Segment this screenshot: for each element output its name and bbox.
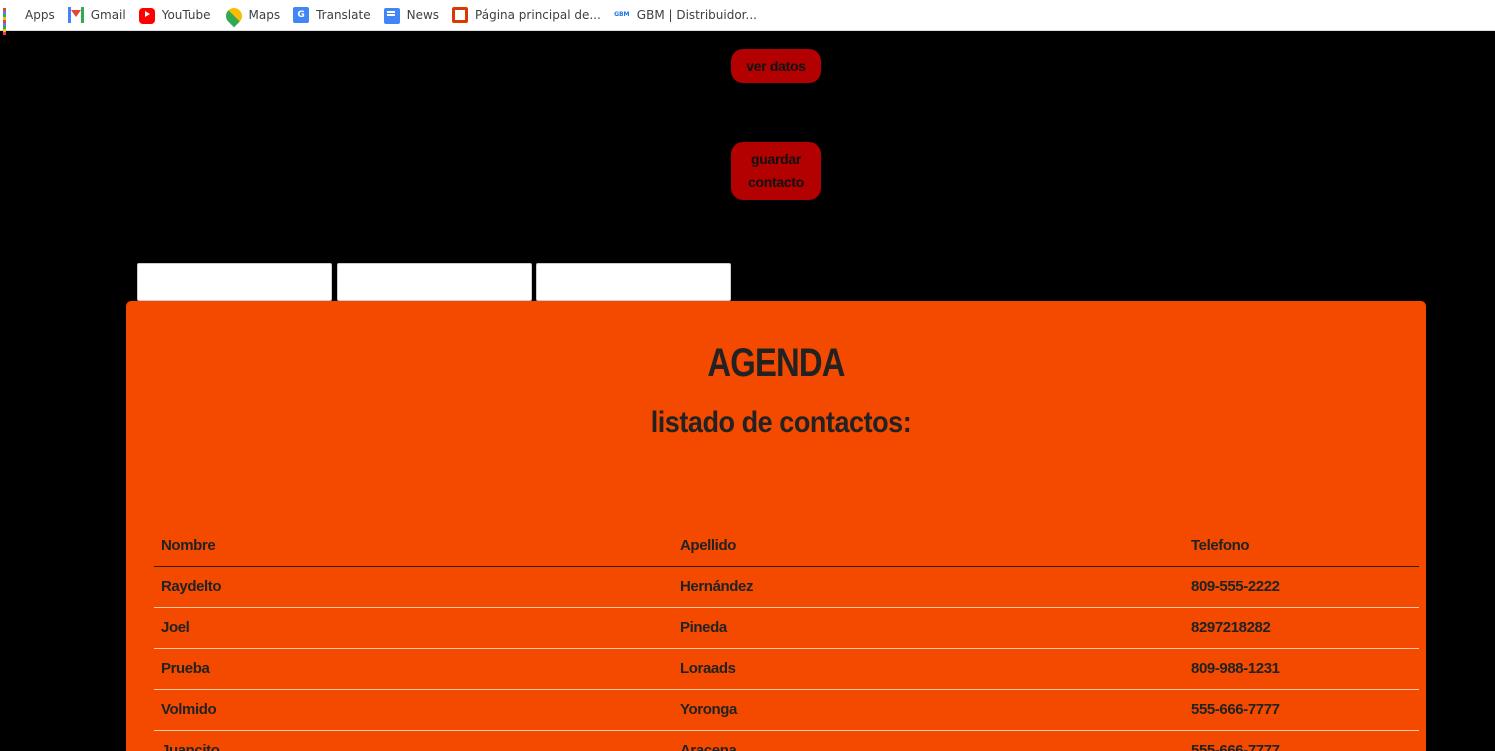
ver-datos-button[interactable]: ver datos bbox=[731, 49, 821, 83]
cell-telefono: 809-555-2222 bbox=[1184, 566, 1419, 608]
cell-telefono: 555-666-7777 bbox=[1184, 730, 1419, 751]
cell-telefono: 8297218282 bbox=[1184, 607, 1419, 649]
guardar-label-line1: guardar bbox=[750, 151, 802, 167]
table-row: Joel Pineda 8297218282 bbox=[154, 607, 1419, 649]
news-icon bbox=[383, 8, 400, 24]
cell-apellido: Aracena bbox=[673, 730, 1184, 751]
guardar-contacto-button[interactable]: guardar contacto bbox=[731, 142, 821, 200]
gbm-icon: GBM bbox=[614, 11, 630, 18]
translate-icon: G bbox=[293, 7, 310, 23]
guardar-label-line2: contacto bbox=[748, 174, 804, 190]
bookmark-label: Maps bbox=[248, 8, 281, 22]
bookmarks-bar: Apps Gmail YouTube Maps G Translate News… bbox=[0, 0, 1495, 35]
bookmark-label: Apps bbox=[25, 8, 55, 22]
column-header-nombre: Nombre bbox=[154, 526, 673, 567]
nombre-input[interactable] bbox=[137, 263, 332, 301]
cell-apellido: Yoronga bbox=[673, 689, 1184, 731]
bookmark-gbm[interactable]: GBM GBM | Distribuidor... bbox=[614, 3, 764, 27]
apps-icon bbox=[2, 7, 18, 35]
cell-nombre: Prueba bbox=[154, 648, 673, 690]
bookmark-youtube[interactable]: YouTube bbox=[138, 3, 218, 27]
office-icon bbox=[452, 7, 469, 23]
bookmark-translate[interactable]: G Translate bbox=[293, 3, 378, 27]
contacts-table: Nombre Apellido Telefono Raydelto Hernán… bbox=[154, 526, 1419, 751]
table-row: Prueba Loraads 809-988-1231 bbox=[154, 648, 1419, 690]
table-row: Juancito Aracena 555-666-7777 bbox=[154, 730, 1419, 751]
telefono-input[interactable] bbox=[536, 263, 731, 301]
bookmark-apps[interactable]: Apps bbox=[2, 3, 62, 35]
bookmark-maps[interactable]: Maps bbox=[222, 3, 288, 27]
cell-nombre: Raydelto bbox=[154, 566, 673, 608]
table-header-row: Nombre Apellido Telefono bbox=[154, 526, 1419, 567]
agenda-title: AGENDA bbox=[707, 341, 845, 385]
bookmark-label: YouTube bbox=[161, 8, 211, 22]
youtube-icon bbox=[138, 8, 155, 24]
gmail-icon bbox=[67, 7, 84, 23]
bookmark-label: Translate bbox=[316, 8, 371, 22]
cell-telefono: 555-666-7777 bbox=[1184, 689, 1419, 731]
bookmark-label: Página principal de... bbox=[475, 8, 601, 22]
column-header-apellido: Apellido bbox=[673, 526, 1184, 567]
cell-apellido: Loraads bbox=[673, 648, 1184, 690]
column-header-telefono: Telefono bbox=[1184, 526, 1419, 567]
bookmark-label: GBM | Distribuidor... bbox=[636, 8, 757, 22]
cell-nombre: Joel bbox=[154, 607, 673, 649]
bookmark-news[interactable]: News bbox=[383, 3, 446, 27]
bookmark-office[interactable]: Página principal de... bbox=[452, 3, 608, 27]
cell-apellido: Hernández bbox=[673, 566, 1184, 608]
cell-telefono: 809-988-1231 bbox=[1184, 648, 1419, 690]
bookmark-label: News bbox=[406, 8, 440, 22]
table-row: Volmido Yoronga 555-666-7777 bbox=[154, 689, 1419, 731]
apellido-input[interactable] bbox=[337, 263, 532, 301]
bookmark-label: Gmail bbox=[90, 8, 126, 22]
agenda-panel: AGENDA listado de contactos: Nombre Apel… bbox=[126, 301, 1426, 751]
bookmark-gmail[interactable]: Gmail bbox=[67, 3, 133, 27]
maps-icon bbox=[222, 4, 245, 27]
cell-nombre: Volmido bbox=[154, 689, 673, 731]
cell-apellido: Pineda bbox=[673, 607, 1184, 649]
cell-nombre: Juancito bbox=[154, 730, 673, 751]
contacts-subtitle: listado de contactos: bbox=[650, 406, 912, 439]
table-row: Raydelto Hernández 809-555-2222 bbox=[154, 566, 1419, 608]
